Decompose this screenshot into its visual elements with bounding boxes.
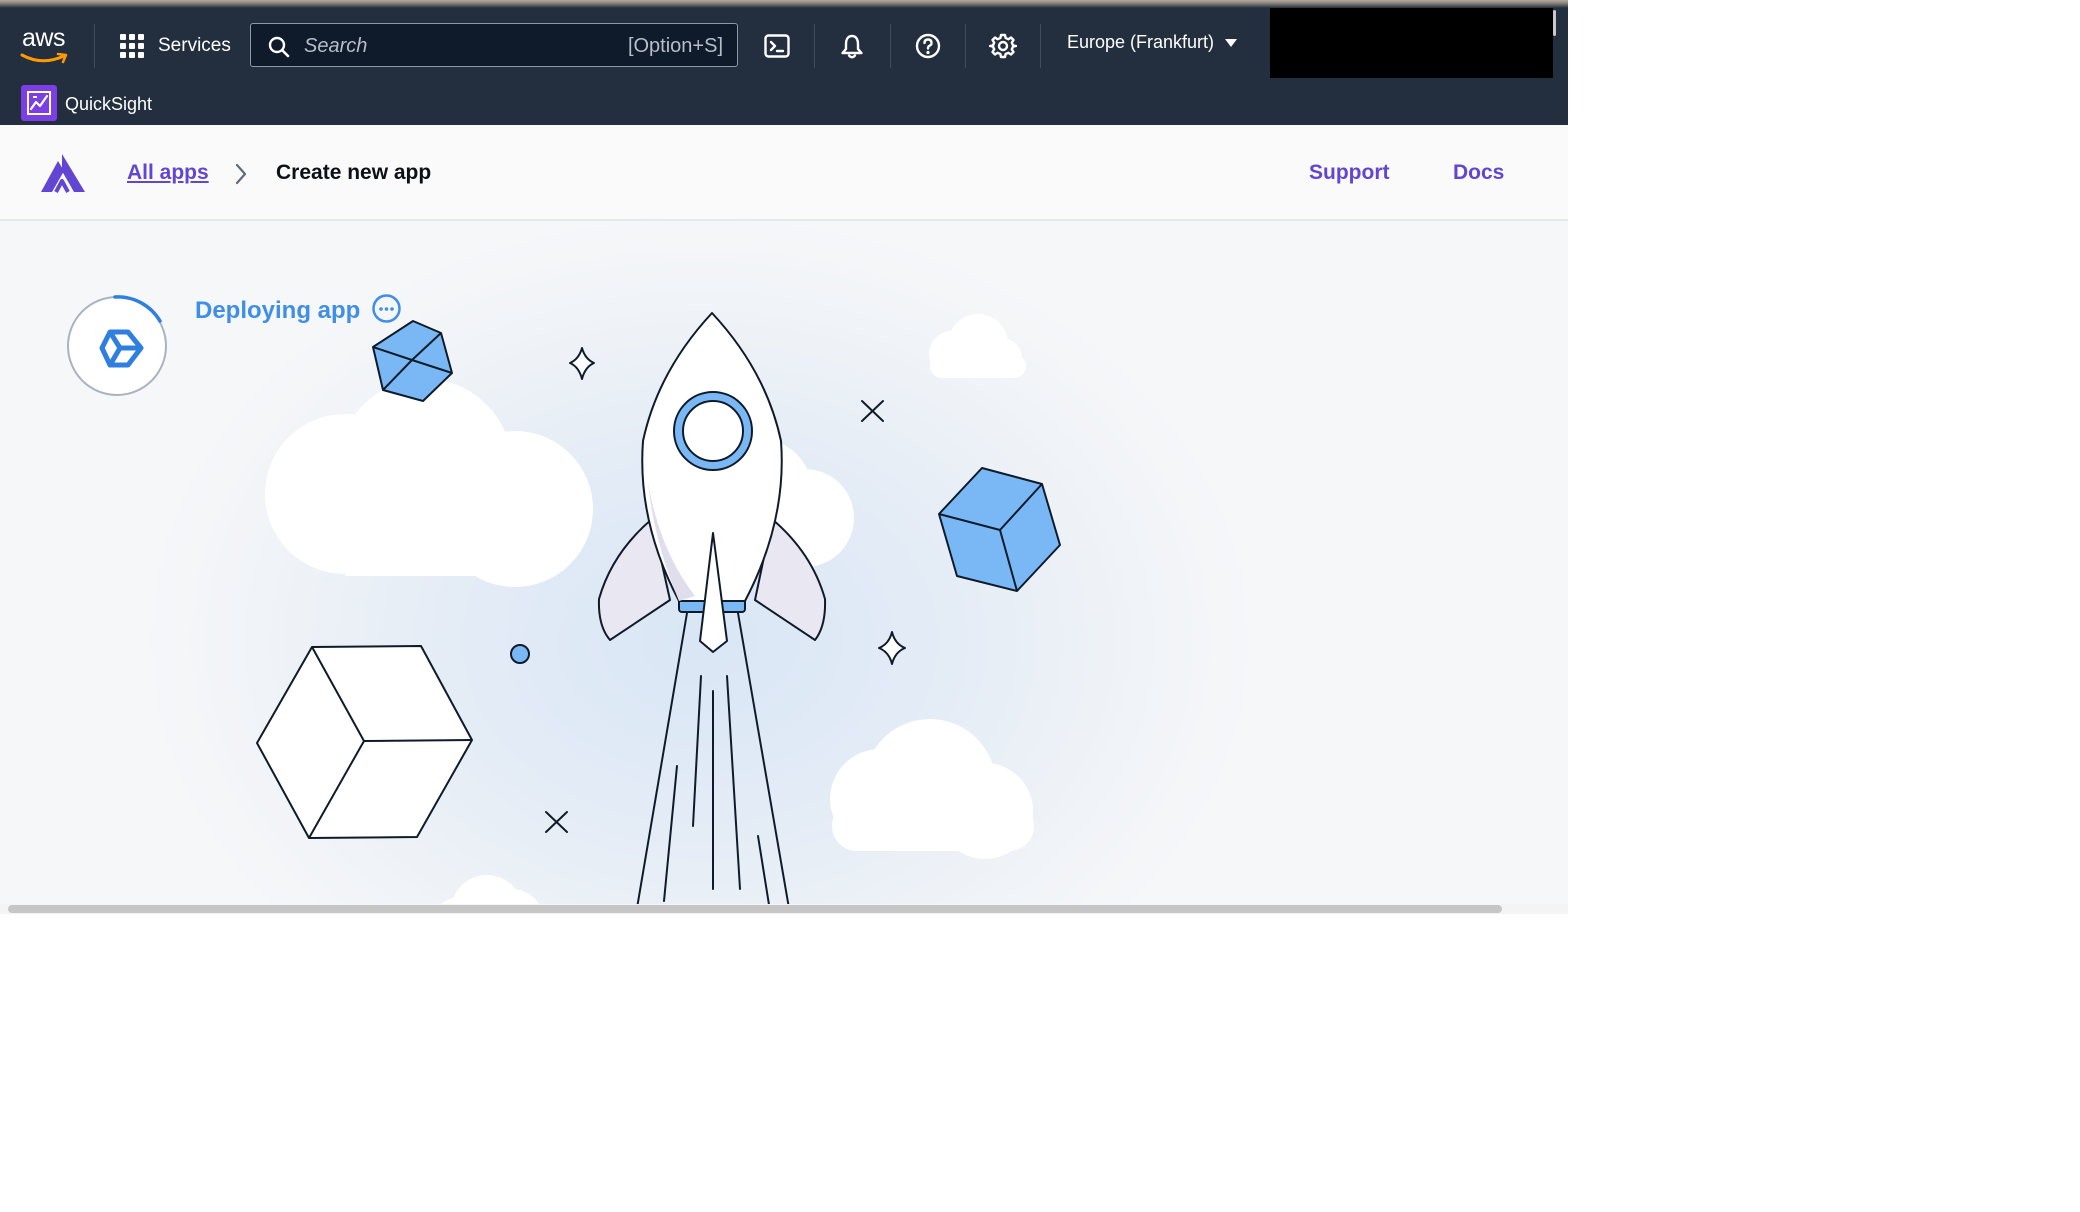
dot-decoration xyxy=(510,644,530,664)
window-scrollbar-nub xyxy=(1553,10,1556,36)
chevron-right-icon xyxy=(235,163,247,185)
quicksight-service-shortcut[interactable] xyxy=(21,85,57,121)
cube-medium xyxy=(938,467,1061,592)
docs-link[interactable]: Docs xyxy=(1453,161,1504,185)
aws-logo-text: aws xyxy=(22,24,65,52)
breadcrumb-all-apps-link[interactable]: All apps xyxy=(127,161,209,185)
region-label: Europe (Frankfurt) xyxy=(1067,32,1215,52)
settings-button[interactable] xyxy=(987,30,1019,62)
amplify-app-header: All apps Create new app Support Docs xyxy=(0,125,1568,221)
scrollbar-thumb[interactable] xyxy=(8,905,1502,913)
nav-divider xyxy=(94,24,95,68)
aws-nav-main-row: aws Services Search [Option+S] Europe (F… xyxy=(0,8,1568,84)
cloud-bottom-right xyxy=(830,719,1034,859)
nav-divider xyxy=(965,24,966,68)
deploy-status-indicator xyxy=(66,295,170,404)
services-label: Services xyxy=(158,35,231,56)
horizontal-scrollbar[interactable] xyxy=(0,904,1568,914)
quicksight-icon xyxy=(27,91,51,115)
cloudshell-icon xyxy=(764,34,790,58)
help-icon xyxy=(915,33,941,59)
bell-icon xyxy=(841,34,863,59)
nav-divider xyxy=(814,24,815,68)
aws-console-nav: aws Services Search [Option+S] Europe (F… xyxy=(0,8,1568,125)
search-input[interactable]: Search [Option+S] xyxy=(250,23,738,67)
search-shortcut: [Option+S] xyxy=(627,35,723,57)
cloud-top-right xyxy=(929,314,1026,378)
deploy-stage: Deploying app xyxy=(0,221,1568,914)
caret-down-icon xyxy=(1225,38,1238,47)
browser-top-edge xyxy=(0,0,1568,8)
search-icon xyxy=(268,36,290,58)
services-menu-button[interactable]: Services xyxy=(120,30,231,62)
support-link[interactable]: Support xyxy=(1309,161,1389,185)
grid-icon xyxy=(120,34,144,58)
help-button[interactable] xyxy=(912,30,944,62)
cloudshell-button[interactable] xyxy=(761,30,793,62)
exhaust-trail xyxy=(635,612,791,914)
quicksight-label[interactable]: QuickSight xyxy=(65,94,152,115)
amplify-logo-icon[interactable] xyxy=(40,153,86,193)
gear-icon xyxy=(989,33,1017,59)
cube-large xyxy=(256,645,473,839)
nav-divider xyxy=(1040,24,1041,68)
search-placeholder: Search xyxy=(304,35,368,57)
redacted-account-area xyxy=(1270,8,1553,78)
aws-service-bar: QuickSight xyxy=(0,84,1568,125)
deploy-status-text: Deploying app xyxy=(195,297,361,324)
ellipsis-circle-icon[interactable] xyxy=(372,294,401,323)
breadcrumb-current-page: Create new app xyxy=(276,161,432,184)
nav-divider xyxy=(890,24,891,68)
region-selector[interactable]: Europe (Frankfurt) xyxy=(1067,32,1238,53)
cloud-left xyxy=(265,379,593,587)
aws-smile-icon xyxy=(20,52,68,64)
aws-logo[interactable]: aws xyxy=(18,24,74,68)
notifications-button[interactable] xyxy=(836,30,868,62)
